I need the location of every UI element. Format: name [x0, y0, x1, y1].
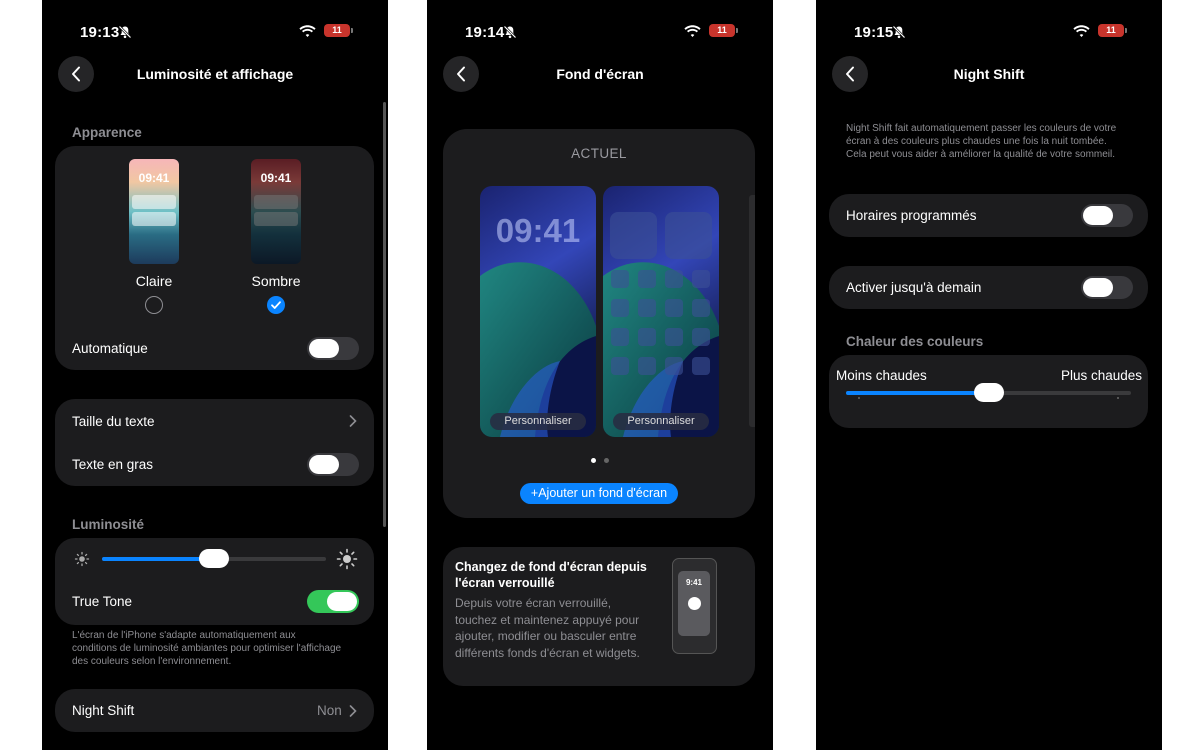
slider-knob[interactable] — [199, 549, 229, 568]
bold-text-toggle[interactable] — [307, 453, 359, 476]
silent-bell-icon — [892, 25, 906, 39]
page-title: Night Shift — [953, 66, 1025, 82]
tip-title: Changez de fond d'écran depuis l'écran v… — [455, 560, 647, 590]
sun-large-icon — [336, 548, 358, 570]
wallpaper-screen: 19:14 11 Fond d'écran ACTUEL 09:41 Perso… — [427, 0, 773, 750]
customize-home-button[interactable]: Personnaliser — [613, 413, 709, 430]
until-tomorrow-label: Activer jusqu'à demain — [846, 280, 982, 295]
night-shift-label: Night Shift — [72, 703, 135, 718]
page-indicator[interactable] — [427, 458, 773, 463]
touch-indicator — [688, 597, 701, 610]
scrollbar[interactable] — [383, 102, 386, 527]
chevron-right-icon — [349, 415, 357, 427]
page-title: Fond d'écran — [556, 66, 644, 82]
scheduled-label: Horaires programmés — [846, 208, 977, 223]
color-warmth-header: Chaleur des couleurs — [846, 334, 984, 349]
lock-time: 09:41 — [495, 212, 581, 249]
customize-lock-button[interactable]: Personnaliser — [490, 413, 586, 430]
automatic-toggle[interactable] — [307, 337, 359, 360]
toggle-knob — [309, 339, 339, 358]
add-wallpaper-button[interactable]: +Ajouter un fond d'écran — [520, 483, 678, 504]
scheduled-toggle[interactable] — [1081, 204, 1133, 227]
light-mode-label: Claire — [135, 273, 173, 289]
text-size-row[interactable]: Taille du texte — [55, 399, 374, 442]
color-warmth-slider[interactable] — [846, 382, 1131, 404]
battery-icon: 11 — [1098, 24, 1127, 37]
color-warmth-card: Moins chaudes Plus chaudes — [829, 355, 1148, 428]
preview-widget — [254, 212, 298, 226]
dark-mode-preview[interactable]: 09:41 — [251, 159, 301, 264]
preview-time: 09:41 — [138, 171, 170, 185]
light-mode-preview[interactable]: 09:41 — [129, 159, 179, 264]
slider-knob[interactable] — [974, 383, 1004, 402]
night-shift-description: Night Shift fait automatiquement passer … — [846, 123, 1117, 160]
slider-tick — [858, 397, 860, 399]
illustration-screen: 9:41 — [678, 571, 710, 636]
preview-widget — [254, 195, 298, 209]
night-shift-row[interactable]: Night Shift Non — [55, 689, 374, 732]
silent-bell-icon — [503, 25, 517, 39]
wallpaper-art — [603, 186, 719, 437]
sun-small-icon — [74, 551, 90, 567]
phone-illustration: 9:41 — [672, 558, 717, 654]
brightness-header: Luminosité — [72, 517, 145, 532]
toggle-knob — [1083, 206, 1113, 225]
tip-card: Changez de fond d'écran depuis l'écran v… — [443, 547, 755, 686]
lock-screen-preview[interactable]: 09:41 Personnaliser — [480, 186, 596, 437]
display-settings-screen: 19:13 11 Luminosité et affichage Apparen… — [42, 0, 388, 750]
page-dot[interactable] — [604, 458, 609, 463]
text-size-label: Taille du texte — [72, 414, 155, 429]
preview-widget — [132, 212, 176, 226]
slider-fill — [102, 557, 214, 561]
tip-body: Depuis votre écran verrouillé, touchez e… — [455, 596, 640, 660]
battery-icon: 11 — [324, 24, 353, 37]
bold-text-label: Texte en gras — [72, 457, 154, 472]
page-title: Luminosité et affichage — [136, 66, 294, 82]
status-time: 19:15 — [854, 24, 894, 41]
checkmark-icon — [271, 301, 281, 309]
page-dot[interactable] — [591, 458, 596, 463]
more-warm-label: Plus chaudes — [1060, 368, 1142, 383]
night-shift-value: Non — [317, 703, 342, 718]
text-settings-card: Taille du texte Texte en gras — [55, 399, 374, 486]
brightness-slider[interactable] — [102, 548, 326, 570]
dark-mode-label: Sombre — [251, 273, 301, 289]
status-time: 19:13 — [80, 24, 120, 41]
battery-icon: 11 — [709, 24, 738, 37]
preview-time: 09:41 — [260, 171, 292, 185]
automatic-label: Automatique — [72, 341, 148, 356]
wifi-icon — [684, 25, 701, 37]
until-tomorrow-row: Activer jusqu'à demain — [829, 266, 1148, 309]
true-tone-label: True Tone — [72, 594, 133, 609]
next-wallpaper-peek[interactable] — [749, 195, 755, 427]
light-mode-radio[interactable] — [145, 296, 163, 314]
less-warm-label: Moins chaudes — [836, 368, 927, 383]
appearance-card: 09:41 09:41 Claire Sombre Automatique — [55, 146, 374, 370]
wifi-icon — [299, 25, 316, 37]
status-time: 19:14 — [465, 24, 505, 41]
home-screen-preview[interactable]: Personnaliser — [603, 186, 719, 437]
brightness-footnote: L'écran de l'iPhone s'adapte automatique… — [72, 630, 342, 667]
chevron-right-icon — [349, 705, 357, 717]
illustration-time: 9:41 — [685, 578, 702, 587]
toggle-knob — [1083, 278, 1113, 297]
slider-fill — [846, 391, 989, 395]
appearance-header: Apparence — [72, 125, 142, 140]
current-label: ACTUEL — [571, 146, 627, 161]
scheduled-row: Horaires programmés — [829, 194, 1148, 237]
wifi-icon — [1073, 25, 1090, 37]
toggle-knob — [327, 592, 357, 611]
silent-bell-icon — [118, 25, 132, 39]
until-tomorrow-toggle[interactable] — [1081, 276, 1133, 299]
night-shift-screen: 19:15 11 Night Shift Night Shift fait au… — [816, 0, 1162, 750]
brightness-card: True Tone — [55, 538, 374, 625]
true-tone-toggle[interactable] — [307, 590, 359, 613]
preview-widget — [132, 195, 176, 209]
slider-tick — [1117, 397, 1119, 399]
toggle-knob — [309, 455, 339, 474]
dark-mode-radio[interactable] — [267, 296, 285, 314]
